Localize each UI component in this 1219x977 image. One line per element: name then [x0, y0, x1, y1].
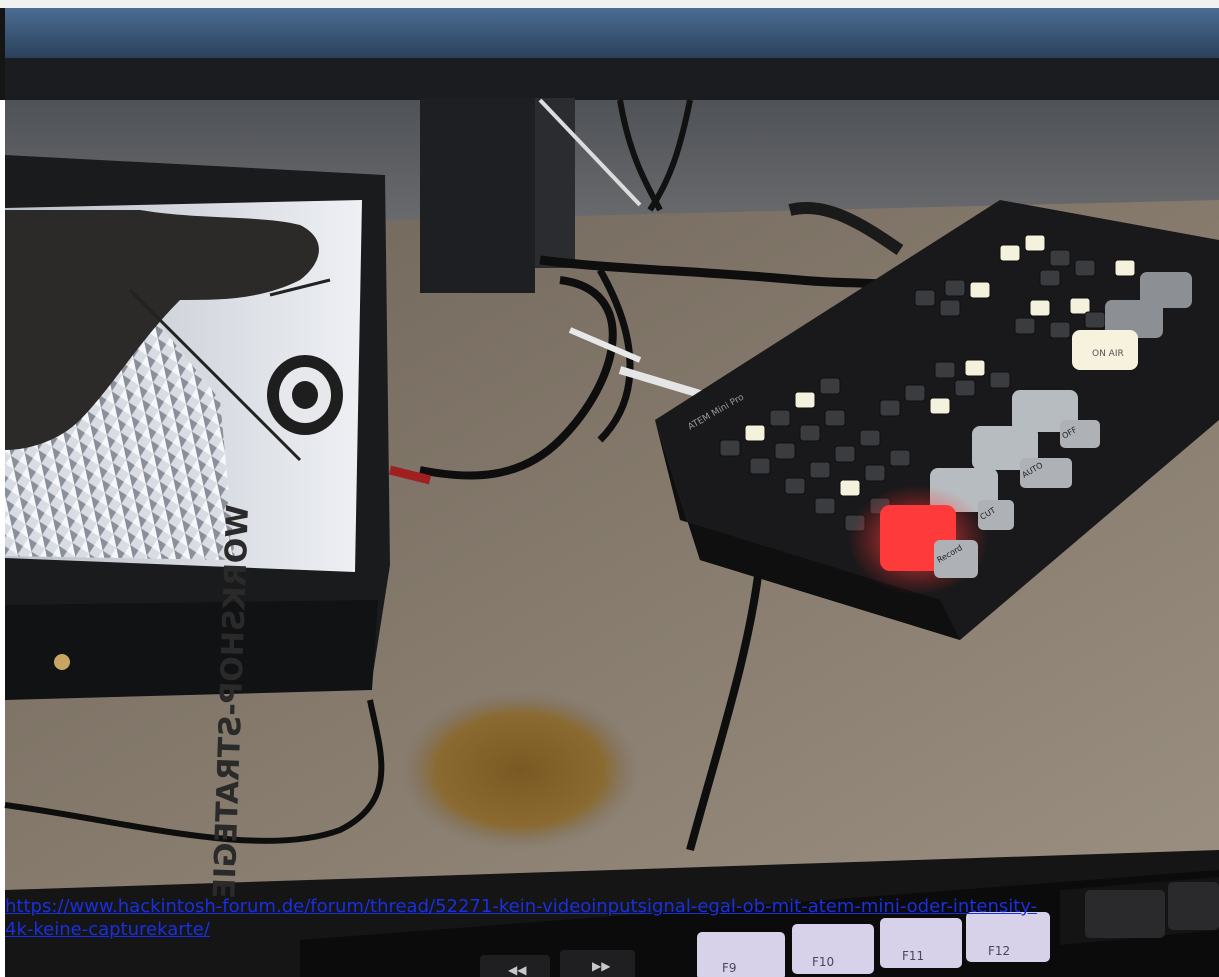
top-monitor: [5, 8, 1219, 102]
photo-scene: WORKSHOP-STRATEGIE ATEM Mini Pro ON AIR …: [0, 0, 1219, 977]
mounting-screw: [54, 654, 70, 670]
link-line-2: 4k-keine-capturekarte/: [5, 919, 210, 940]
on-air-label: ON AIR: [1092, 349, 1124, 359]
desk-stain: [400, 690, 640, 850]
link-line-1: https://www.hackintosh-forum.de/forum/th…: [5, 896, 1038, 917]
forum-thread-link[interactable]: https://www.hackintosh-forum.de/forum/th…: [5, 895, 1219, 941]
key-f12: F12: [988, 944, 1010, 958]
photo-illustration: WORKSHOP-STRATEGIE ATEM Mini Pro ON AIR …: [0, 0, 1219, 977]
camera-logo: [267, 355, 343, 435]
monitor-stand: [420, 98, 535, 293]
key-rewind: ◀◀: [508, 963, 527, 977]
key-f10: F10: [812, 955, 834, 969]
key-f9: F9: [722, 961, 737, 975]
key-forward: ▶▶: [592, 959, 611, 973]
key-f11: F11: [902, 949, 924, 963]
